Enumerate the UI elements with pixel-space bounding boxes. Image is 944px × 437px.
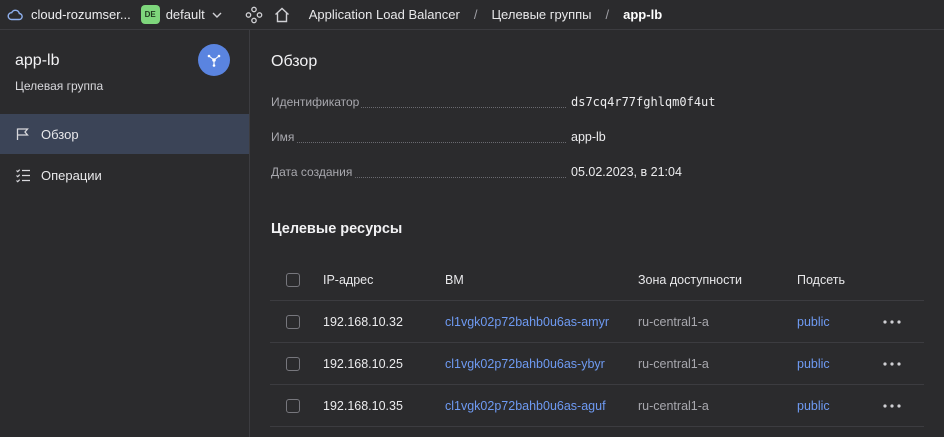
cell-vm-link[interactable]: cl1vgk02p72bahb0u6as-ybyr xyxy=(445,343,605,384)
column-header-ip[interactable]: IP-адрес xyxy=(323,260,373,300)
cell-zone: ru-central1-a xyxy=(638,356,709,371)
breadcrumb-separator: / xyxy=(473,7,478,22)
more-actions-icon[interactable] xyxy=(882,359,902,369)
cell-subnet-link[interactable]: public xyxy=(797,385,830,426)
more-actions-icon[interactable] xyxy=(882,317,902,327)
sidebar-subtitle: Целевая группа xyxy=(15,79,104,93)
prop-row-name: Имя app-lb xyxy=(271,130,721,148)
table-row: 192.168.10.25 cl1vgk02p72bahb0u6as-ybyr … xyxy=(270,343,924,385)
breadcrumb-target-groups[interactable]: Целевые группы xyxy=(491,7,591,22)
cloud-name[interactable]: cloud-rozumser... xyxy=(31,7,131,22)
cell-vm-link[interactable]: cl1vgk02p72bahb0u6as-amyr xyxy=(445,301,609,342)
prop-label: Имя xyxy=(271,130,297,144)
prop-value-created: 05.02.2023, в 21:04 xyxy=(571,165,682,179)
cell-zone: ru-central1-a xyxy=(638,398,709,413)
row-checkbox[interactable] xyxy=(286,398,300,413)
breadcrumb-current: app-lb xyxy=(623,7,663,22)
sidebar-item-operations[interactable]: Операции xyxy=(0,155,249,195)
flag-icon xyxy=(16,128,29,140)
sidebar: app-lb Целевая группа Обзор Операции xyxy=(0,30,250,437)
breadcrumb-separator: / xyxy=(605,7,610,22)
checklist-icon xyxy=(16,169,30,183)
prop-value-name: app-lb xyxy=(571,130,606,144)
cloud-icon[interactable] xyxy=(7,7,23,23)
breadcrumb-alb[interactable]: Application Load Balancer xyxy=(309,7,460,22)
cell-ip: 192.168.10.32 xyxy=(323,314,403,329)
cell-subnet-link[interactable]: public xyxy=(797,301,830,342)
main-content: Обзор Идентификатор ds7cq4r77fghlqm0f4ut… xyxy=(250,30,944,437)
folder-badge: DE xyxy=(140,5,160,24)
table-header: IP-адрес ВМ Зона доступности Подсеть xyxy=(270,260,924,301)
table-row: 192.168.10.35 cl1vgk02p72bahb0u6as-aguf … xyxy=(270,385,924,427)
top-bar: cloud-rozumser... DE default Application… xyxy=(0,0,944,30)
sidebar-item-overview[interactable]: Обзор xyxy=(0,114,249,154)
row-checkbox[interactable] xyxy=(286,356,300,371)
column-header-subnet[interactable]: Подсеть xyxy=(797,260,845,300)
column-header-vm[interactable]: ВМ xyxy=(445,260,464,300)
cell-ip: 192.168.10.35 xyxy=(323,398,403,413)
select-all-checkbox[interactable] xyxy=(286,273,300,287)
prop-label: Дата создания xyxy=(271,165,355,179)
column-header-zone[interactable]: Зона доступности xyxy=(638,260,742,300)
cell-subnet-link[interactable]: public xyxy=(797,343,830,384)
prop-value-id: ds7cq4r77fghlqm0f4ut xyxy=(571,95,716,109)
cell-zone: ru-central1-a xyxy=(638,314,709,329)
more-actions-icon[interactable] xyxy=(882,401,902,411)
overview-heading: Обзор xyxy=(271,53,318,70)
sidebar-item-label: Операции xyxy=(41,167,102,183)
table-row: 192.168.10.32 cl1vgk02p72bahb0u6as-amyr … xyxy=(270,301,924,343)
services-icon[interactable] xyxy=(245,6,263,24)
target-group-avatar xyxy=(198,44,230,76)
resources-heading: Целевые ресурсы xyxy=(271,221,403,237)
sidebar-title: app-lb xyxy=(15,52,60,69)
row-checkbox[interactable] xyxy=(286,314,300,329)
home-icon[interactable] xyxy=(273,6,291,24)
cell-ip: 192.168.10.25 xyxy=(323,356,403,371)
prop-row-created: Дата создания 05.02.2023, в 21:04 xyxy=(271,165,721,183)
chevron-down-icon[interactable] xyxy=(211,9,223,21)
prop-label: Идентификатор xyxy=(271,95,362,109)
target-group-icon xyxy=(207,54,221,67)
cell-vm-link[interactable]: cl1vgk02p72bahb0u6as-aguf xyxy=(445,385,606,426)
sidebar-item-label: Обзор xyxy=(41,126,79,142)
prop-row-id: Идентификатор ds7cq4r77fghlqm0f4ut xyxy=(271,95,721,113)
folder-selector[interactable]: default xyxy=(166,7,205,22)
